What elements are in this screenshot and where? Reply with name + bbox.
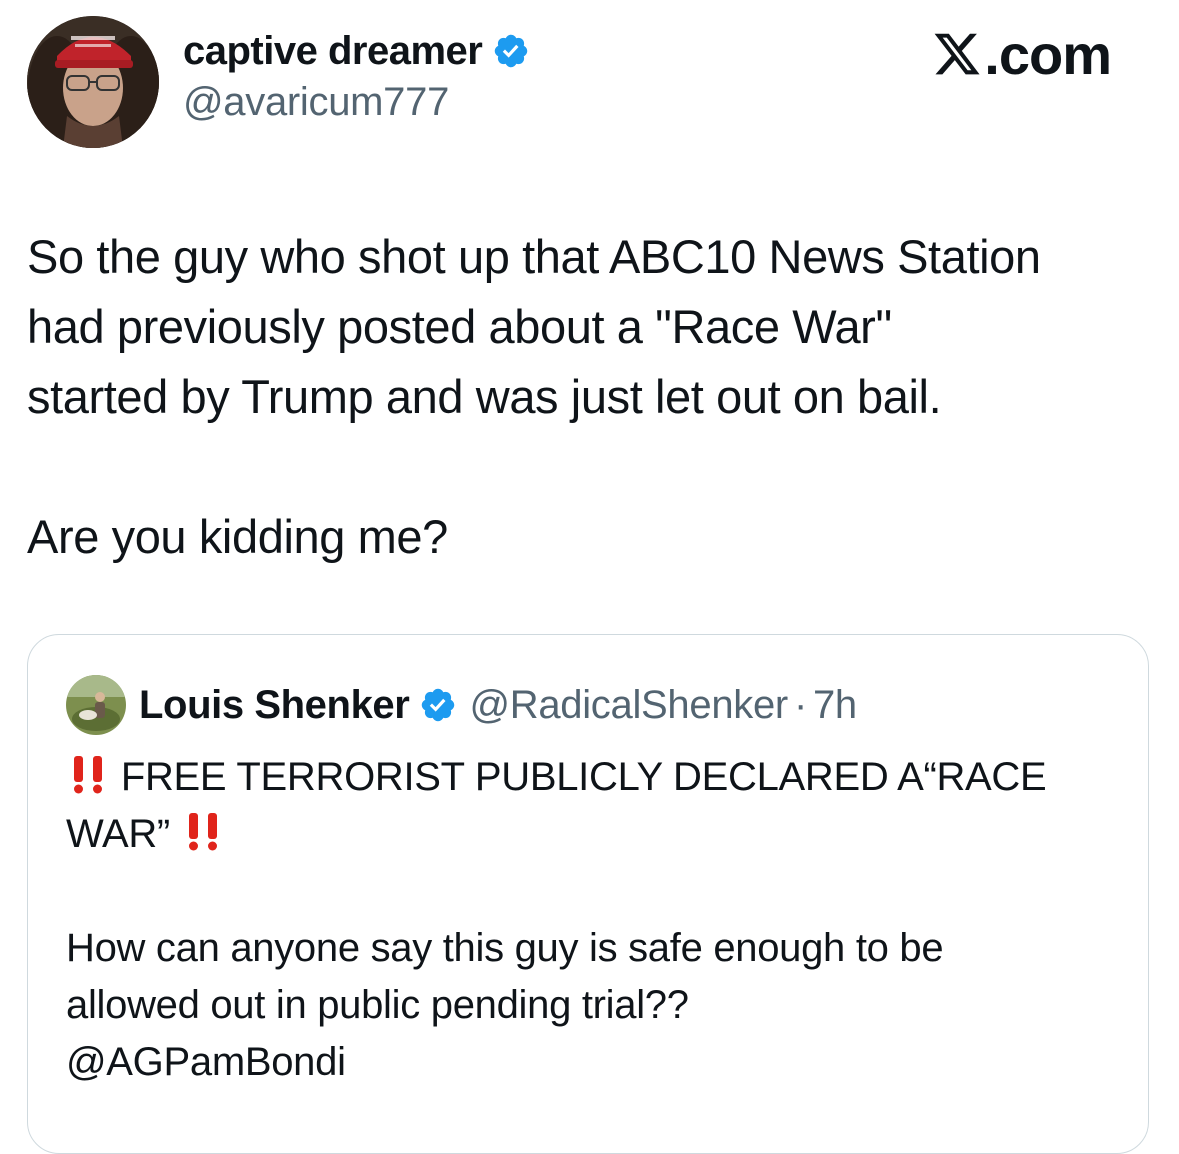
- author-display-name[interactable]: captive dreamer: [183, 29, 483, 74]
- double-exclamation-icon: [188, 813, 217, 851]
- quoted-headline-line: FREE TERRORIST PUBLICLY DECLARED A“RACE: [66, 749, 1126, 806]
- double-exclamation-icon: [74, 756, 102, 794]
- tweet-line: started by Trump and was just let out on…: [27, 370, 942, 423]
- quoted-author-avatar[interactable]: [66, 675, 126, 735]
- quoted-body-line: allowed out in public pending trial??: [66, 983, 689, 1027]
- author-handle[interactable]: @avaricum777: [183, 80, 530, 125]
- separator-dot: ·: [793, 682, 807, 727]
- tweet-text: So the guy who shot up that ABC10 News S…: [27, 222, 1167, 572]
- quoted-timestamp[interactable]: 7h: [813, 683, 857, 728]
- verified-badge-icon: [495, 34, 528, 68]
- quoted-headline-text: WAR”: [66, 812, 181, 856]
- quoted-author-handle[interactable]: @RadicalShenker: [469, 683, 788, 728]
- tweet-line: So the guy who shot up that ABC10 News S…: [27, 230, 1041, 283]
- brand-text: .com: [984, 22, 1112, 86]
- author-avatar[interactable]: [27, 16, 159, 148]
- author-name-row: captive dreamer: [183, 26, 530, 76]
- avatar-image: [27, 16, 159, 148]
- quoted-body-line: How can anyone say this guy is safe enou…: [66, 926, 944, 970]
- quoted-headline-line: WAR”: [66, 806, 1126, 863]
- x-logo-icon: [934, 33, 980, 75]
- verified-badge-icon: [422, 688, 455, 722]
- quoted-tweet-card[interactable]: Louis Shenker @RadicalShenker · 7h FREE …: [27, 634, 1149, 1154]
- tweet-line: Are you kidding me?: [27, 510, 448, 563]
- avatar-image: [66, 675, 126, 735]
- quoted-tweet-header: Louis Shenker @RadicalShenker · 7h: [66, 675, 857, 735]
- tweet-author: captive dreamer @avaricum777: [183, 26, 530, 125]
- tweet-line: had previously posted about a "Race War": [27, 300, 892, 353]
- quoted-mention[interactable]: @AGPamBondi: [66, 1034, 1126, 1091]
- quoted-author-name[interactable]: Louis Shenker: [139, 683, 410, 728]
- x-brand: .com: [932, 22, 1112, 86]
- quoted-headline-text: FREE TERRORIST PUBLICLY DECLARED A“RACE: [110, 755, 1047, 799]
- quoted-tweet-body: FREE TERRORIST PUBLICLY DECLARED A“RACE …: [66, 749, 1126, 1091]
